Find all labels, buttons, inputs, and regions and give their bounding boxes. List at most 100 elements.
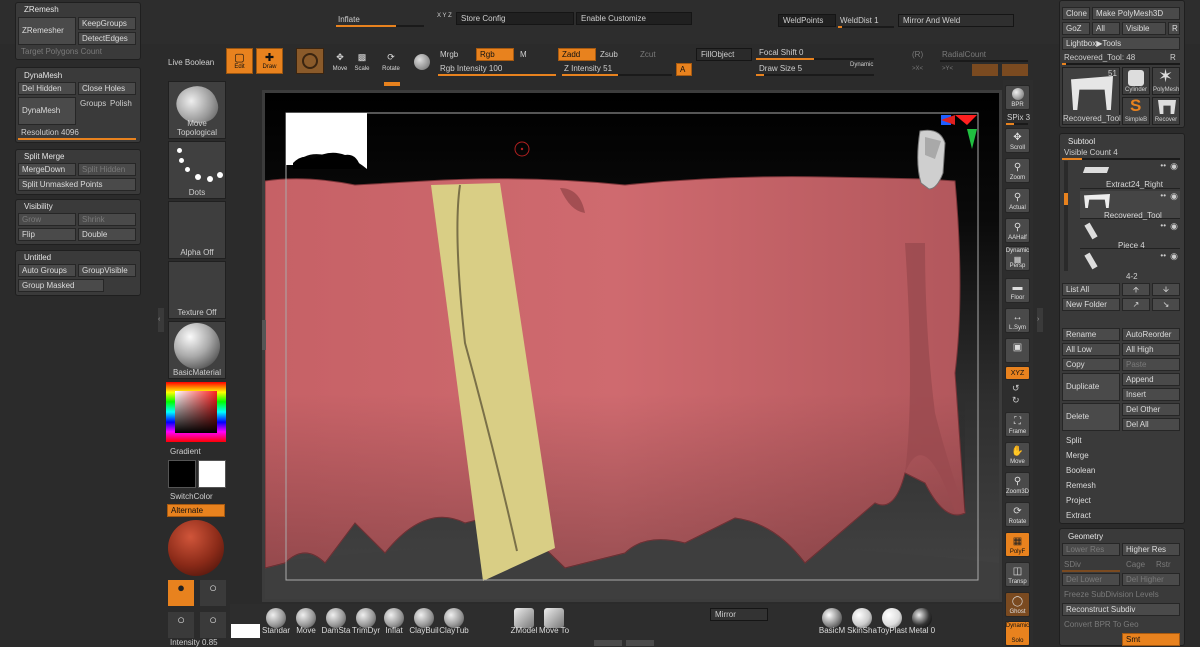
resolution-track[interactable] bbox=[18, 138, 136, 140]
stroke-thumbnail[interactable]: Dots bbox=[168, 141, 226, 199]
material-metal[interactable]: Metal 0 bbox=[908, 606, 936, 646]
inflate-slider[interactable] bbox=[336, 25, 424, 27]
viewport-canvas[interactable] bbox=[265, 93, 999, 599]
visibility-eye-icon-4[interactable]: ◉ bbox=[1170, 251, 1178, 262]
weld-dist-slider[interactable]: WeldDist 1 bbox=[840, 16, 879, 25]
del-higher-button[interactable]: Del Higher bbox=[1122, 573, 1180, 586]
visible-count-slider[interactable]: Visible Count 4 bbox=[1064, 148, 1118, 157]
alternate-button[interactable]: Alternate bbox=[167, 504, 225, 517]
subtool-item-2[interactable]: ◉ •• Piece 4 bbox=[1080, 221, 1180, 250]
arrow-right-down-button[interactable]: ↘ bbox=[1152, 298, 1180, 311]
boolean-button[interactable]: Boolean bbox=[1062, 464, 1180, 477]
brush-preview-button[interactable] bbox=[296, 48, 324, 74]
tool-thumb-polymesh[interactable]: ✶ PolyMesh bbox=[1152, 66, 1180, 95]
del-all-button[interactable]: Del All bbox=[1122, 418, 1180, 431]
freeze-subdiv-button[interactable]: Freeze SubDivision Levels bbox=[1064, 590, 1159, 599]
matcap-sphere-icon[interactable] bbox=[168, 520, 224, 576]
list-all-button[interactable]: List All bbox=[1062, 283, 1120, 296]
subtool-toggle-icon-2[interactable]: •• bbox=[1160, 191, 1166, 200]
lightbox-tools-button[interactable]: Lightbox▶Tools bbox=[1062, 37, 1180, 50]
r-tool-button[interactable]: R bbox=[1170, 53, 1176, 62]
extract-button[interactable]: Extract bbox=[1062, 509, 1180, 522]
color-picker-square[interactable] bbox=[175, 391, 217, 433]
dynamesh-button[interactable]: DynaMesh bbox=[18, 97, 76, 125]
rstr-button[interactable]: Rstr bbox=[1156, 560, 1171, 569]
weld-points-button[interactable]: WeldPoints bbox=[778, 14, 836, 27]
higher-res-button[interactable]: Higher Res bbox=[1122, 543, 1180, 556]
enable-customize-button[interactable]: Enable Customize bbox=[576, 12, 692, 25]
r-toggle-button[interactable]: R bbox=[1168, 22, 1180, 35]
aahalf-button[interactable]: ⚲ AAHalf bbox=[1005, 218, 1030, 243]
rotate-axis-icon-1[interactable]: ↺ bbox=[1012, 383, 1020, 394]
z-intensity-track[interactable] bbox=[562, 74, 672, 76]
move-up-button[interactable]: 🡩 bbox=[1122, 283, 1150, 296]
split-button[interactable]: Split bbox=[1062, 434, 1180, 447]
scroll-button[interactable]: ✥ Scroll bbox=[1005, 128, 1030, 153]
double-button[interactable]: Double bbox=[78, 228, 136, 241]
persp-button[interactable]: Dynamic ▦ Persp bbox=[1005, 246, 1030, 271]
copy-button[interactable]: Copy bbox=[1062, 358, 1120, 371]
light-button-1[interactable]: ● bbox=[168, 580, 194, 606]
move-view-button[interactable]: ✋ Move bbox=[1005, 442, 1030, 467]
duplicate-button[interactable]: Duplicate bbox=[1062, 373, 1120, 401]
draw-size-slider[interactable]: Draw Size 5 bbox=[759, 64, 802, 73]
shrink-button[interactable]: Shrink bbox=[78, 213, 136, 226]
lower-res-button[interactable]: Lower Res bbox=[1062, 543, 1120, 556]
mirror-and-weld-button[interactable]: Mirror And Weld bbox=[898, 14, 1014, 27]
bpr-button[interactable]: BPR bbox=[1005, 85, 1030, 110]
clone-button[interactable]: Clone bbox=[1062, 7, 1090, 20]
subtool-toggle-icon-3[interactable]: •• bbox=[1160, 221, 1166, 230]
zcut-button[interactable]: Zcut bbox=[640, 50, 656, 59]
detect-edges-button[interactable]: DetectEdges bbox=[78, 32, 136, 45]
xyz-label[interactable]: X Y Z bbox=[437, 13, 452, 19]
move-down-button[interactable]: 🡫 bbox=[1152, 283, 1180, 296]
frame-button[interactable]: ⛶ Frame bbox=[1005, 412, 1030, 437]
zremesher-button[interactable]: ZRemesher bbox=[18, 17, 76, 45]
zoom3d-button[interactable]: ⚲ Zoom3D bbox=[1005, 472, 1030, 497]
light-button-3[interactable]: ○ bbox=[168, 612, 194, 638]
tool-thumb-recover[interactable]: Recover bbox=[1152, 97, 1180, 125]
floor-button[interactable]: ▬ Floor bbox=[1005, 278, 1030, 303]
left-collapse-arrow-icon[interactable]: ‹ bbox=[158, 308, 164, 332]
goz-button[interactable]: GoZ bbox=[1062, 22, 1090, 35]
y-ctrl-button[interactable]: >Y< bbox=[942, 66, 953, 72]
delete-button[interactable]: Delete bbox=[1062, 403, 1120, 431]
x-ctrl-button[interactable]: >X< bbox=[912, 66, 923, 72]
r-button[interactable]: (R) bbox=[912, 50, 923, 59]
current-tool-slider[interactable]: Recovered_Tool: 48 bbox=[1064, 53, 1135, 62]
actual-button[interactable]: ⚲ Actual bbox=[1005, 188, 1030, 213]
a-button[interactable]: A bbox=[676, 63, 692, 76]
light-button-4[interactable]: ○ bbox=[200, 612, 226, 638]
rotate-axis-icon-2[interactable]: ↻ bbox=[1012, 395, 1020, 406]
target-polygons-slider[interactable]: Target Polygons Count bbox=[21, 47, 102, 56]
texture-thumbnail[interactable]: Texture Off bbox=[168, 261, 226, 319]
project-button[interactable]: Project bbox=[1062, 494, 1180, 507]
sdiv-slider[interactable]: SDiv bbox=[1064, 560, 1081, 569]
rgb-intensity-slider[interactable]: Rgb Intensity 100 bbox=[440, 64, 502, 73]
visibility-eye-icon-2[interactable]: ◉ bbox=[1170, 191, 1178, 202]
current-tool-track[interactable] bbox=[1062, 63, 1180, 65]
auto-reorder-button[interactable]: AutoReorder bbox=[1122, 328, 1180, 341]
remesh-button[interactable]: Remesh bbox=[1062, 479, 1180, 492]
smt-button[interactable]: Smt bbox=[1122, 633, 1180, 646]
store-config-button[interactable]: Store Config bbox=[456, 12, 574, 25]
visibility-eye-icon[interactable]: ◉ bbox=[1170, 161, 1178, 172]
m-button[interactable]: M bbox=[520, 50, 527, 59]
auto-groups-button[interactable]: Auto Groups bbox=[18, 264, 76, 277]
radial-count-track[interactable] bbox=[940, 60, 1028, 62]
switch-color-button[interactable]: SwitchColor bbox=[170, 492, 213, 501]
del-lower-button[interactable]: Del Lower bbox=[1062, 573, 1120, 586]
weld-dist-track[interactable] bbox=[838, 26, 894, 28]
cage-button[interactable]: Cage bbox=[1126, 560, 1145, 569]
focal-shift-slider[interactable]: Focal Shift 0 bbox=[759, 48, 803, 57]
subtool-item-3[interactable]: ◉ •• bbox=[1080, 251, 1180, 271]
scale-mode-button[interactable]: ▩ Scale bbox=[352, 52, 372, 74]
lock-button[interactable]: ▣ bbox=[1005, 338, 1030, 363]
subtool-item-0[interactable]: ◉ •• Extract24_Right bbox=[1080, 161, 1180, 189]
zadd-button[interactable]: Zadd bbox=[558, 48, 596, 61]
group-masked-button[interactable]: Group Masked bbox=[18, 279, 104, 292]
brush-thumbnail[interactable]: Move Topological bbox=[168, 80, 226, 139]
draw-button[interactable]: ✚ Draw bbox=[256, 48, 283, 74]
append-button[interactable]: Append bbox=[1122, 373, 1180, 386]
material-thumbnail[interactable]: BasicMaterial bbox=[168, 321, 226, 379]
